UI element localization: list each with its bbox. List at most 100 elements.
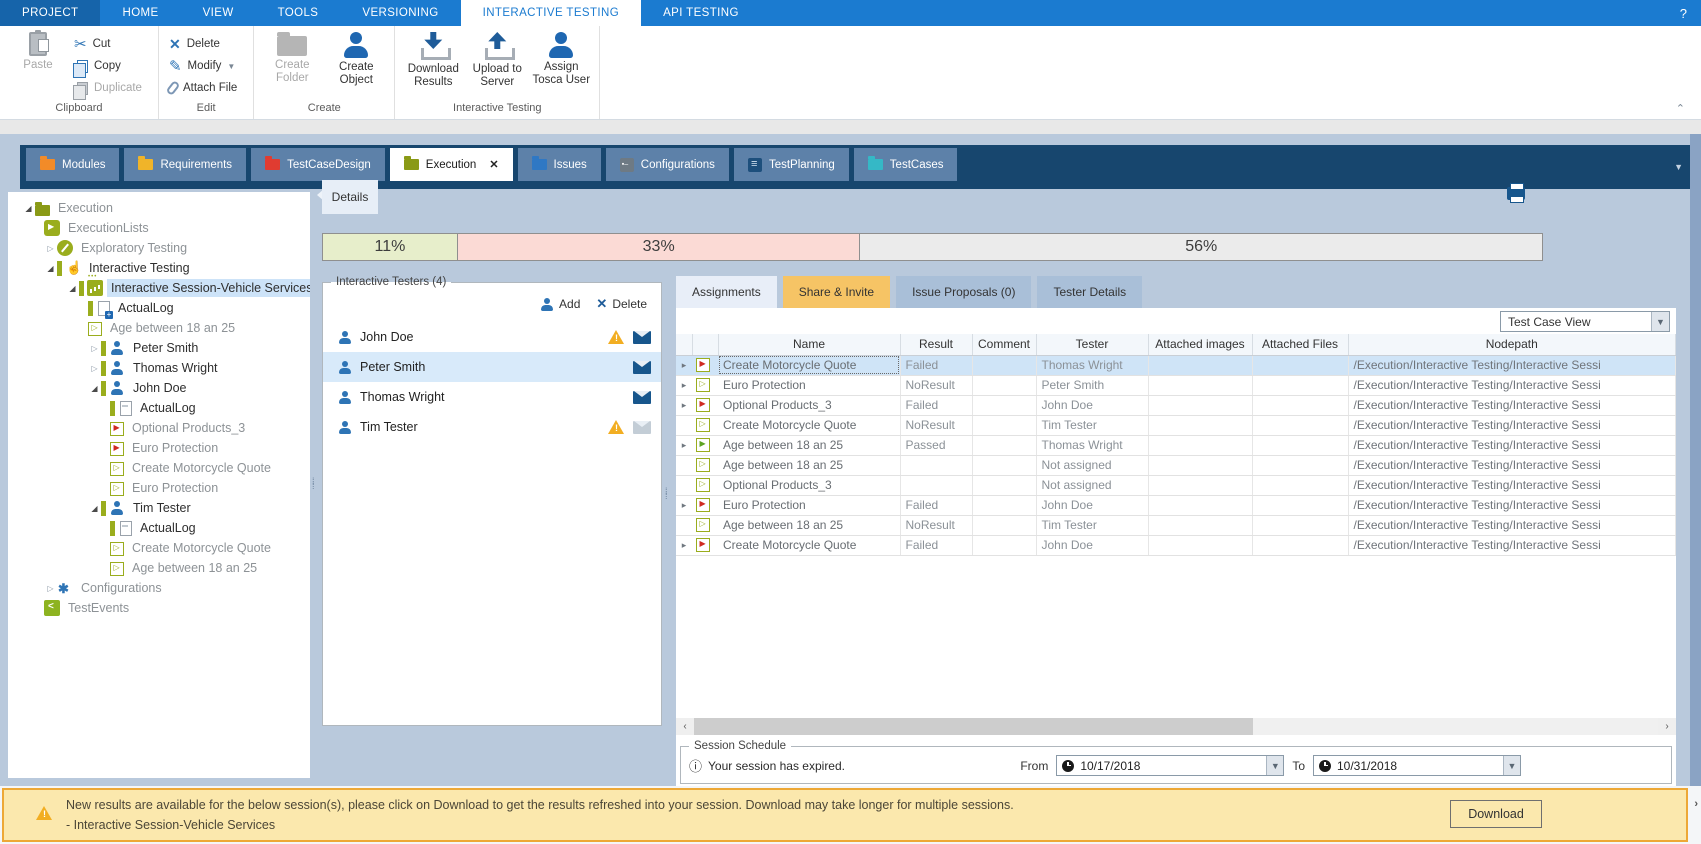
- attach-file-button[interactable]: Attach File: [165, 77, 247, 99]
- modify-button[interactable]: Modify▼: [165, 55, 247, 77]
- table-row[interactable]: ▸Create Motorcycle QuoteFailedThomas Wri…: [676, 355, 1676, 375]
- mail-icon[interactable]: [633, 421, 651, 434]
- copy-button[interactable]: Copy: [70, 55, 152, 77]
- column-header-name[interactable]: Name: [718, 334, 900, 355]
- expander-icon[interactable]: ◢: [66, 284, 79, 293]
- menu-item-versioning[interactable]: VERSIONING: [340, 0, 460, 26]
- tester-row-tim-tester[interactable]: Tim Tester: [323, 412, 661, 442]
- column-header-comment[interactable]: Comment: [972, 334, 1036, 355]
- panel-splitter-handle[interactable]: ⁞⁞: [665, 489, 670, 515]
- close-icon[interactable]: ✕: [489, 158, 498, 171]
- scroll-right-icon[interactable]: ›: [1658, 718, 1676, 735]
- upload-to-server-button[interactable]: Upload to Server: [465, 29, 529, 89]
- tree-item-actuallog[interactable]: ActualLog: [8, 398, 310, 418]
- download-results-button[interactable]: Download Results: [401, 29, 465, 89]
- row-expander-icon[interactable]: ▸: [676, 535, 692, 555]
- expander-icon[interactable]: ◢: [88, 504, 101, 513]
- tree-item-euro-protection[interactable]: Euro Protection: [8, 478, 310, 498]
- tree-item-actuallog[interactable]: ActualLog: [8, 298, 310, 318]
- tab-share-invite[interactable]: Share & Invite: [783, 276, 890, 308]
- tree-item-age-between-18-an-25[interactable]: Age between 18 an 25: [8, 558, 310, 578]
- tab-execution[interactable]: Execution✕: [390, 148, 513, 181]
- expander-icon[interactable]: ▷: [88, 364, 101, 373]
- row-expander-icon[interactable]: [676, 515, 692, 535]
- expander-icon[interactable]: ◢: [44, 264, 57, 273]
- tree-item-execution[interactable]: ◢Execution: [8, 198, 310, 218]
- chevron-down-icon[interactable]: ▼: [1651, 312, 1669, 331]
- tester-row-john-doe[interactable]: John Doe: [323, 322, 661, 352]
- tree-item-interactive-testing[interactable]: ◢Interactive Testing: [8, 258, 310, 278]
- collapse-ribbon-icon[interactable]: ⌃: [1676, 102, 1685, 115]
- tab-assignments[interactable]: Assignments: [676, 276, 777, 308]
- column-header-attached-images[interactable]: Attached images: [1148, 334, 1252, 355]
- tree-item-euro-protection[interactable]: Euro Protection: [8, 438, 310, 458]
- tester-row-peter-smith[interactable]: Peter Smith: [323, 352, 661, 382]
- menu-item-tools[interactable]: TOOLS: [256, 0, 341, 26]
- add-tester-button[interactable]: Add: [539, 297, 580, 312]
- row-expander-icon[interactable]: [676, 415, 692, 435]
- cut-button[interactable]: Cut: [70, 33, 152, 55]
- row-expander-icon[interactable]: ▸: [676, 495, 692, 515]
- to-date-dropdown[interactable]: 10/31/2018 ▼: [1313, 755, 1521, 776]
- column-header-attached-files[interactable]: Attached Files: [1252, 334, 1348, 355]
- tree-item-create-motorcycle-quote[interactable]: Create Motorcycle Quote: [8, 458, 310, 478]
- create-object-button[interactable]: Create Object: [324, 29, 388, 87]
- print-icon[interactable]: [1507, 187, 1525, 200]
- tree-item-actuallog[interactable]: ActualLog: [8, 518, 310, 538]
- expander-icon[interactable]: ◢: [88, 384, 101, 393]
- tab-modules[interactable]: Modules: [26, 148, 119, 181]
- row-expander-icon[interactable]: [676, 455, 692, 475]
- tree-item-thomas-wright[interactable]: ▷Thomas Wright: [8, 358, 310, 378]
- menu-item-interactive-testing[interactable]: INTERACTIVE TESTING: [461, 0, 641, 26]
- tab-overflow-icon[interactable]: ▼: [1674, 162, 1683, 172]
- tab-details[interactable]: Details: [322, 180, 378, 214]
- scroll-left-icon[interactable]: ‹: [676, 718, 694, 735]
- tree-item-create-motorcycle-quote[interactable]: Create Motorcycle Quote: [8, 538, 310, 558]
- horizontal-scrollbar[interactable]: ‹ ›: [676, 718, 1676, 735]
- tree-item-testevents[interactable]: TestEvents: [8, 598, 310, 618]
- tab-configurations[interactable]: Configurations: [606, 148, 729, 181]
- mail-icon[interactable]: [633, 331, 651, 344]
- table-row[interactable]: Age between 18 an 25NoResultTim Tester/E…: [676, 515, 1676, 535]
- tab-testcases[interactable]: TestCases: [854, 148, 958, 181]
- notification-more-icon[interactable]: ›: [1694, 798, 1698, 810]
- tree-item-executionlists[interactable]: ExecutionLists: [8, 218, 310, 238]
- tree-item-configurations[interactable]: ▷Configurations: [8, 578, 310, 598]
- menu-item-home[interactable]: HOME: [100, 0, 180, 26]
- tree-item-peter-smith[interactable]: ▷Peter Smith: [8, 338, 310, 358]
- tree-splitter-handle[interactable]: ⁞⁞: [312, 479, 317, 505]
- menu-item-project[interactable]: PROJECT: [0, 0, 100, 26]
- expander-icon[interactable]: ▷: [88, 344, 101, 353]
- tab-tester-details[interactable]: Tester Details: [1037, 276, 1142, 308]
- chevron-down-icon[interactable]: ▼: [1503, 756, 1520, 775]
- table-row[interactable]: ▸Age between 18 an 25PassedThomas Wright…: [676, 435, 1676, 455]
- mail-icon[interactable]: [633, 361, 651, 374]
- column-header-result[interactable]: Result: [900, 334, 972, 355]
- row-expander-icon[interactable]: ▸: [676, 355, 692, 375]
- download-button[interactable]: Download: [1450, 800, 1542, 828]
- tab-issue-proposals-0[interactable]: Issue Proposals (0): [896, 276, 1031, 308]
- tree-item-tim-tester[interactable]: ◢Tim Tester: [8, 498, 310, 518]
- tree-item-optional-products-3[interactable]: Optional Products_3: [8, 418, 310, 438]
- row-expander-icon[interactable]: ▸: [676, 395, 692, 415]
- assign-tosca-user-button[interactable]: Assign Tosca User: [529, 29, 593, 87]
- table-row[interactable]: Age between 18 an 25Not assigned/Executi…: [676, 455, 1676, 475]
- tree-item-interactive-session-vehicle-services[interactable]: ◢Interactive Session-Vehicle Services: [8, 278, 310, 298]
- tester-row-thomas-wright[interactable]: Thomas Wright: [323, 382, 661, 412]
- expander-icon[interactable]: ◢: [22, 204, 35, 213]
- row-expander-icon[interactable]: ▸: [676, 435, 692, 455]
- tab-testplanning[interactable]: TestPlanning: [734, 148, 849, 181]
- column-header-nodepath[interactable]: Nodepath: [1348, 334, 1676, 355]
- table-row[interactable]: Optional Products_3Not assigned/Executio…: [676, 475, 1676, 495]
- scrollbar-track[interactable]: [694, 718, 1658, 735]
- tab-issues[interactable]: Issues: [518, 148, 601, 181]
- table-row[interactable]: ▸Optional Products_3FailedJohn Doe/Execu…: [676, 395, 1676, 415]
- column-header-tester[interactable]: Tester: [1036, 334, 1148, 355]
- tab-testcasedesign[interactable]: TestCaseDesign: [251, 148, 385, 181]
- tree-item-john-doe[interactable]: ◢John Doe: [8, 378, 310, 398]
- table-row[interactable]: Create Motorcycle QuoteNoResultTim Teste…: [676, 415, 1676, 435]
- tree-item-exploratory-testing[interactable]: ▷Exploratory Testing: [8, 238, 310, 258]
- row-expander-icon[interactable]: [676, 475, 692, 495]
- chevron-down-icon[interactable]: ▼: [1266, 756, 1283, 775]
- view-mode-dropdown[interactable]: Test Case View ▼: [1500, 311, 1670, 332]
